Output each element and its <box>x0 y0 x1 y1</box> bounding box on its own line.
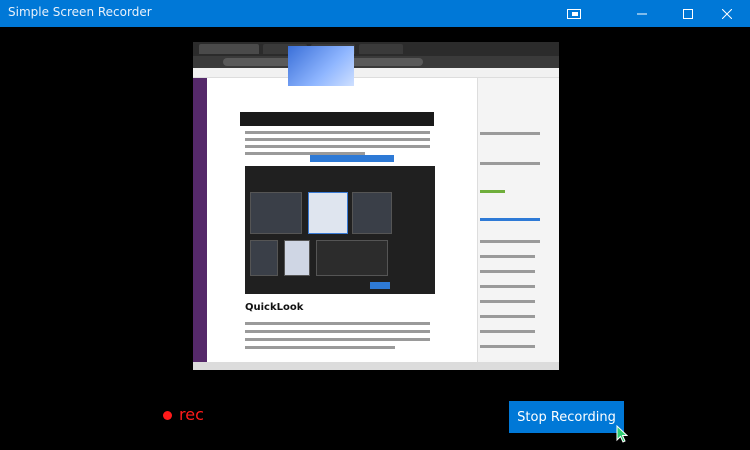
preview-text-line <box>245 346 395 349</box>
preview-text-line <box>245 131 430 134</box>
preview-text-line <box>245 338 430 341</box>
minimize-button[interactable] <box>619 0 665 27</box>
preview-text-line <box>480 330 535 333</box>
preview-bookmarks-bar <box>193 68 559 78</box>
preview-text-line <box>480 270 535 273</box>
minimize-icon <box>637 9 647 19</box>
restore-tab-icon <box>566 8 582 20</box>
preview-right-panel <box>477 78 559 370</box>
preview-browser-tabs <box>193 42 559 56</box>
preview-dark-strip <box>240 112 434 126</box>
preview-button <box>370 282 390 289</box>
preview-status-bar <box>193 362 559 370</box>
recording-status-label: rec <box>179 405 204 424</box>
preview-text-line <box>480 300 535 303</box>
preview-text-line <box>480 255 535 258</box>
restore-tab-button[interactable] <box>551 0 597 27</box>
recording-indicator-icon <box>163 411 172 420</box>
preview-text-line <box>480 132 540 135</box>
preview-text-line <box>480 218 540 221</box>
stop-recording-button[interactable]: Stop Recording <box>509 401 624 433</box>
preview-thumbnail <box>316 240 388 276</box>
preview-thumbnail <box>284 240 310 276</box>
maximize-icon <box>683 8 693 19</box>
preview-thumbnail <box>250 240 278 276</box>
preview-text-line <box>245 145 430 148</box>
preview-text-line <box>480 190 505 193</box>
preview-text-line <box>480 315 535 318</box>
preview-selected-text <box>310 155 394 162</box>
preview-thumbnail <box>250 192 302 234</box>
preview-windows-image <box>288 46 354 86</box>
preview-text-line <box>480 345 535 348</box>
preview-admin-sidebar <box>193 78 207 370</box>
title-bar: Simple Screen Recorder <box>0 0 750 27</box>
preview-text-line <box>480 240 540 243</box>
preview-text-line <box>480 285 535 288</box>
close-icon <box>722 8 732 19</box>
preview-text-line <box>245 138 430 141</box>
preview-text-line <box>245 330 430 333</box>
preview-thumbnail <box>352 192 392 234</box>
preview-text-line <box>245 322 430 325</box>
window-title: Simple Screen Recorder <box>8 5 152 19</box>
preview-section-heading: QuickLook <box>245 302 304 313</box>
preview-text-line <box>480 162 540 165</box>
preview-thumbnail <box>308 192 348 234</box>
mouse-cursor-icon <box>616 424 629 447</box>
close-button[interactable] <box>704 0 750 27</box>
